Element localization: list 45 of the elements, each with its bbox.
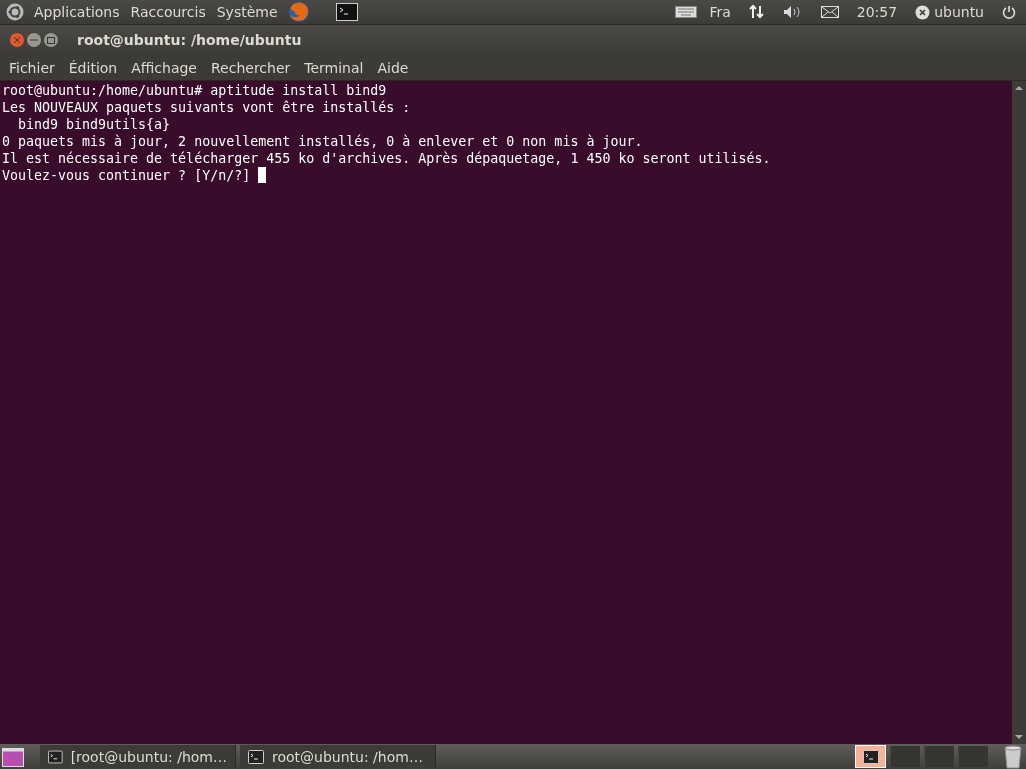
menu-item[interactable]: Terminal [297, 59, 371, 76]
terminal-icon [248, 749, 264, 764]
menu-item[interactable]: Aide [370, 59, 416, 76]
browser-globe-icon[interactable] [287, 1, 310, 23]
terminal-line: 0 paquets mis à jour, 2 nouvellement installés, 0 à enlever et 0 non mis à jour. [2, 133, 643, 150]
power-icon[interactable] [1002, 5, 1016, 19]
clock[interactable]: 20:57 [856, 4, 898, 20]
show-desktop-icon[interactable] [2, 746, 24, 767]
menu-item[interactable]: Édition [61, 59, 125, 76]
panel-menu[interactable]: Système [215, 4, 279, 20]
panel-menu[interactable]: Applications [33, 4, 121, 20]
volume-icon[interactable] [782, 5, 803, 19]
terminal-line: Voulez-vous continuer ? [Y/n/?] [2, 167, 267, 184]
maximize-button[interactable] [44, 33, 58, 47]
minimize-button[interactable] [27, 33, 41, 47]
panel-menu[interactable]: Raccourcis [129, 4, 207, 20]
keyboard-icon[interactable] [675, 6, 698, 18]
menu-item[interactable]: Affichage [124, 59, 204, 76]
ubuntu-logo-icon[interactable] [6, 3, 24, 21]
close-button[interactable] [10, 33, 24, 47]
taskbar-window[interactable]: [root@ubuntu: /hom… [40, 745, 236, 768]
window-title: root@ubuntu: /home/ubuntu [77, 32, 302, 48]
text-cursor [258, 167, 267, 183]
trash-icon[interactable] [1002, 744, 1024, 769]
scroll-up-icon[interactable] [1015, 85, 1023, 90]
terminal-launcher-icon[interactable] [335, 3, 358, 21]
terminal-line: Il est nécessaire de télécharger 455 ko d'archives. Après dépaquetage, 1 450 ko seront utilisés. [2, 150, 771, 167]
menu-item[interactable]: Rechercher [204, 59, 298, 76]
scrollbar[interactable] [1012, 81, 1026, 744]
scroll-down-icon[interactable] [1015, 735, 1023, 740]
keyboard-layout[interactable]: Fra [709, 4, 731, 20]
user-name[interactable]: ubuntu [934, 4, 984, 20]
minimize-dash-icon [30, 39, 38, 41]
menu-item[interactable]: Fichier [2, 59, 62, 76]
maximize-square-icon [47, 36, 55, 44]
terminal-line: root@ubuntu:/home/ubuntu# aptitude install bind9 [2, 82, 387, 99]
terminal-thumbnail-icon [862, 749, 879, 764]
taskbar-window[interactable]: root@ubuntu: /hom… [240, 745, 436, 768]
terminal-line: bind9 bind9utils{a} [17, 116, 171, 133]
user-status-icon[interactable] [915, 4, 931, 20]
terminal-line: Les NOUVEAUX paquets suivants vont être installés : [2, 99, 411, 116]
close-x-icon [14, 37, 20, 43]
network-arrows-icon[interactable] [748, 4, 765, 20]
envelope-icon[interactable] [820, 6, 839, 18]
terminal-icon [48, 749, 63, 764]
